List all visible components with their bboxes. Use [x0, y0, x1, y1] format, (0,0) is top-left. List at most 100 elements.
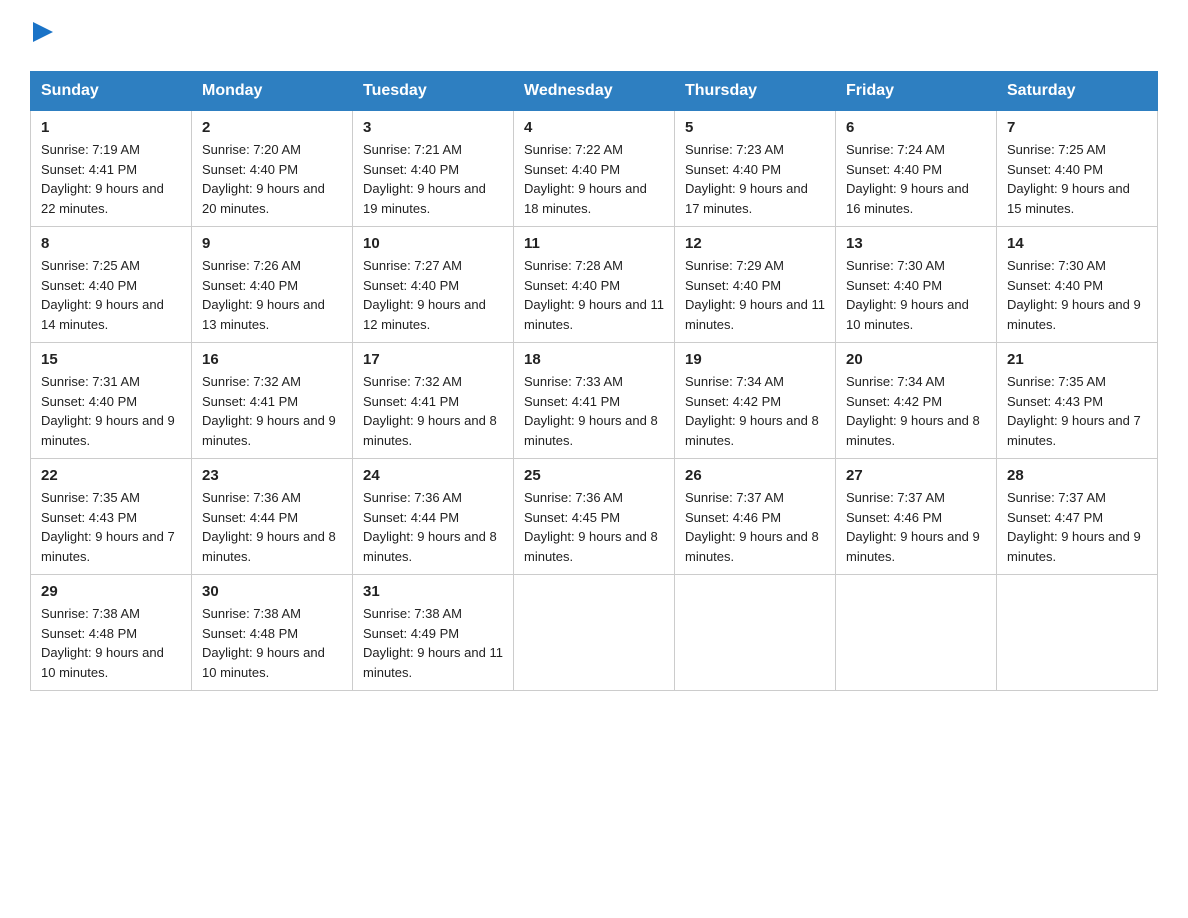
- day-number: 2: [202, 119, 342, 136]
- day-number: 16: [202, 351, 342, 368]
- calendar-cell: 5 Sunrise: 7:23 AM Sunset: 4:40 PM Dayli…: [675, 111, 836, 227]
- day-info: Sunrise: 7:24 AM Sunset: 4:40 PM Dayligh…: [846, 140, 986, 218]
- calendar-cell: 14 Sunrise: 7:30 AM Sunset: 4:40 PM Dayl…: [997, 227, 1158, 343]
- header-friday: Friday: [836, 72, 997, 111]
- day-info: Sunrise: 7:30 AM Sunset: 4:40 PM Dayligh…: [846, 256, 986, 334]
- day-info: Sunrise: 7:36 AM Sunset: 4:44 PM Dayligh…: [363, 488, 503, 566]
- day-number: 9: [202, 235, 342, 252]
- calendar-cell: 7 Sunrise: 7:25 AM Sunset: 4:40 PM Dayli…: [997, 111, 1158, 227]
- day-number: 7: [1007, 119, 1147, 136]
- day-number: 17: [363, 351, 503, 368]
- day-number: 31: [363, 583, 503, 600]
- day-number: 10: [363, 235, 503, 252]
- day-info: Sunrise: 7:34 AM Sunset: 4:42 PM Dayligh…: [846, 372, 986, 450]
- calendar-week-3: 15 Sunrise: 7:31 AM Sunset: 4:40 PM Dayl…: [31, 343, 1158, 459]
- calendar-cell: 21 Sunrise: 7:35 AM Sunset: 4:43 PM Dayl…: [997, 343, 1158, 459]
- day-info: Sunrise: 7:26 AM Sunset: 4:40 PM Dayligh…: [202, 256, 342, 334]
- day-number: 29: [41, 583, 181, 600]
- day-number: 19: [685, 351, 825, 368]
- calendar-cell: 26 Sunrise: 7:37 AM Sunset: 4:46 PM Dayl…: [675, 459, 836, 575]
- calendar-table: SundayMondayTuesdayWednesdayThursdayFrid…: [30, 71, 1158, 691]
- day-number: 21: [1007, 351, 1147, 368]
- day-info: Sunrise: 7:27 AM Sunset: 4:40 PM Dayligh…: [363, 256, 503, 334]
- day-number: 25: [524, 467, 664, 484]
- calendar-cell: 16 Sunrise: 7:32 AM Sunset: 4:41 PM Dayl…: [192, 343, 353, 459]
- calendar-week-1: 1 Sunrise: 7:19 AM Sunset: 4:41 PM Dayli…: [31, 111, 1158, 227]
- day-number: 5: [685, 119, 825, 136]
- day-number: 15: [41, 351, 181, 368]
- day-number: 11: [524, 235, 664, 252]
- calendar-cell: 29 Sunrise: 7:38 AM Sunset: 4:48 PM Dayl…: [31, 575, 192, 691]
- day-number: 8: [41, 235, 181, 252]
- day-number: 27: [846, 467, 986, 484]
- day-info: Sunrise: 7:28 AM Sunset: 4:40 PM Dayligh…: [524, 256, 664, 334]
- page-header: [30, 20, 1158, 51]
- day-number: 30: [202, 583, 342, 600]
- day-number: 28: [1007, 467, 1147, 484]
- day-info: Sunrise: 7:29 AM Sunset: 4:40 PM Dayligh…: [685, 256, 825, 334]
- logo: [30, 20, 53, 51]
- calendar-cell: 24 Sunrise: 7:36 AM Sunset: 4:44 PM Dayl…: [353, 459, 514, 575]
- day-info: Sunrise: 7:32 AM Sunset: 4:41 PM Dayligh…: [202, 372, 342, 450]
- day-info: Sunrise: 7:25 AM Sunset: 4:40 PM Dayligh…: [1007, 140, 1147, 218]
- calendar-cell: 8 Sunrise: 7:25 AM Sunset: 4:40 PM Dayli…: [31, 227, 192, 343]
- day-info: Sunrise: 7:35 AM Sunset: 4:43 PM Dayligh…: [1007, 372, 1147, 450]
- day-number: 23: [202, 467, 342, 484]
- day-number: 20: [846, 351, 986, 368]
- calendar-cell: [675, 575, 836, 691]
- day-info: Sunrise: 7:33 AM Sunset: 4:41 PM Dayligh…: [524, 372, 664, 450]
- calendar-cell: 28 Sunrise: 7:37 AM Sunset: 4:47 PM Dayl…: [997, 459, 1158, 575]
- day-number: 12: [685, 235, 825, 252]
- header-saturday: Saturday: [997, 72, 1158, 111]
- day-number: 1: [41, 119, 181, 136]
- day-info: Sunrise: 7:30 AM Sunset: 4:40 PM Dayligh…: [1007, 256, 1147, 334]
- calendar-cell: 13 Sunrise: 7:30 AM Sunset: 4:40 PM Dayl…: [836, 227, 997, 343]
- day-number: 14: [1007, 235, 1147, 252]
- calendar-cell: [997, 575, 1158, 691]
- day-info: Sunrise: 7:34 AM Sunset: 4:42 PM Dayligh…: [685, 372, 825, 450]
- day-number: 18: [524, 351, 664, 368]
- day-info: Sunrise: 7:22 AM Sunset: 4:40 PM Dayligh…: [524, 140, 664, 218]
- calendar-cell: 23 Sunrise: 7:36 AM Sunset: 4:44 PM Dayl…: [192, 459, 353, 575]
- day-number: 6: [846, 119, 986, 136]
- calendar-cell: 9 Sunrise: 7:26 AM Sunset: 4:40 PM Dayli…: [192, 227, 353, 343]
- calendar-cell: 25 Sunrise: 7:36 AM Sunset: 4:45 PM Dayl…: [514, 459, 675, 575]
- calendar-cell: 12 Sunrise: 7:29 AM Sunset: 4:40 PM Dayl…: [675, 227, 836, 343]
- header-monday: Monday: [192, 72, 353, 111]
- calendar-cell: [514, 575, 675, 691]
- day-info: Sunrise: 7:25 AM Sunset: 4:40 PM Dayligh…: [41, 256, 181, 334]
- calendar-cell: 1 Sunrise: 7:19 AM Sunset: 4:41 PM Dayli…: [31, 111, 192, 227]
- calendar-cell: 15 Sunrise: 7:31 AM Sunset: 4:40 PM Dayl…: [31, 343, 192, 459]
- calendar-week-4: 22 Sunrise: 7:35 AM Sunset: 4:43 PM Dayl…: [31, 459, 1158, 575]
- day-number: 3: [363, 119, 503, 136]
- day-info: Sunrise: 7:37 AM Sunset: 4:46 PM Dayligh…: [685, 488, 825, 566]
- calendar-cell: 17 Sunrise: 7:32 AM Sunset: 4:41 PM Dayl…: [353, 343, 514, 459]
- header-sunday: Sunday: [31, 72, 192, 111]
- day-info: Sunrise: 7:36 AM Sunset: 4:44 PM Dayligh…: [202, 488, 342, 566]
- day-info: Sunrise: 7:37 AM Sunset: 4:47 PM Dayligh…: [1007, 488, 1147, 566]
- calendar-cell: 30 Sunrise: 7:38 AM Sunset: 4:48 PM Dayl…: [192, 575, 353, 691]
- day-info: Sunrise: 7:38 AM Sunset: 4:48 PM Dayligh…: [41, 604, 181, 682]
- calendar-cell: [836, 575, 997, 691]
- header-thursday: Thursday: [675, 72, 836, 111]
- logo-triangle-icon: [33, 18, 53, 46]
- day-info: Sunrise: 7:19 AM Sunset: 4:41 PM Dayligh…: [41, 140, 181, 218]
- day-info: Sunrise: 7:35 AM Sunset: 4:43 PM Dayligh…: [41, 488, 181, 566]
- calendar-cell: 20 Sunrise: 7:34 AM Sunset: 4:42 PM Dayl…: [836, 343, 997, 459]
- day-number: 4: [524, 119, 664, 136]
- calendar-cell: 6 Sunrise: 7:24 AM Sunset: 4:40 PM Dayli…: [836, 111, 997, 227]
- calendar-cell: 11 Sunrise: 7:28 AM Sunset: 4:40 PM Dayl…: [514, 227, 675, 343]
- calendar-cell: 10 Sunrise: 7:27 AM Sunset: 4:40 PM Dayl…: [353, 227, 514, 343]
- day-number: 26: [685, 467, 825, 484]
- day-info: Sunrise: 7:21 AM Sunset: 4:40 PM Dayligh…: [363, 140, 503, 218]
- day-info: Sunrise: 7:38 AM Sunset: 4:49 PM Dayligh…: [363, 604, 503, 682]
- day-number: 13: [846, 235, 986, 252]
- day-info: Sunrise: 7:36 AM Sunset: 4:45 PM Dayligh…: [524, 488, 664, 566]
- day-info: Sunrise: 7:37 AM Sunset: 4:46 PM Dayligh…: [846, 488, 986, 566]
- day-info: Sunrise: 7:20 AM Sunset: 4:40 PM Dayligh…: [202, 140, 342, 218]
- header-wednesday: Wednesday: [514, 72, 675, 111]
- calendar-cell: 27 Sunrise: 7:37 AM Sunset: 4:46 PM Dayl…: [836, 459, 997, 575]
- day-info: Sunrise: 7:38 AM Sunset: 4:48 PM Dayligh…: [202, 604, 342, 682]
- day-info: Sunrise: 7:32 AM Sunset: 4:41 PM Dayligh…: [363, 372, 503, 450]
- calendar-week-2: 8 Sunrise: 7:25 AM Sunset: 4:40 PM Dayli…: [31, 227, 1158, 343]
